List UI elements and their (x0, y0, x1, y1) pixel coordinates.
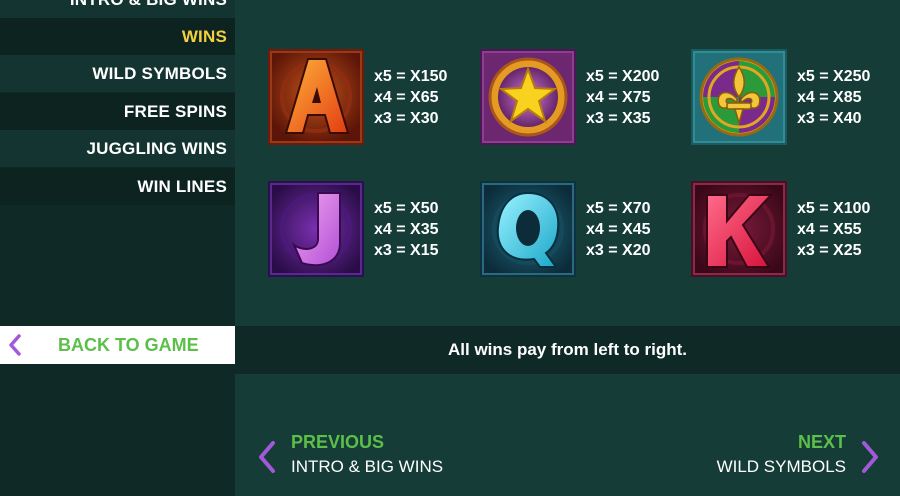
sidebar-item-label: WIN LINES (137, 176, 227, 196)
sidebar: INTRO & BIG WINS WINS WILD SYMBOLS FREE … (0, 0, 235, 496)
letter-a-icon (268, 49, 364, 145)
pay-line: x3 = X30 (374, 110, 439, 127)
letter-j-icon (268, 181, 364, 277)
next-page-button[interactable]: NEXT WILD SYMBOLS (675, 432, 880, 484)
sidebar-item-juggling-wins[interactable]: JUGGLING WINS (0, 130, 235, 167)
letter-k-icon (691, 181, 787, 277)
pay-line: x5 = X250 (797, 68, 871, 85)
pay-line: x4 = X45 (586, 221, 651, 238)
letter-q-icon (480, 181, 576, 277)
pay-line: x4 = X65 (374, 89, 439, 106)
pay-list: x5 = X200 x4 = X75 x3 = X35 (586, 66, 659, 129)
pay-line: x5 = X70 (586, 200, 651, 217)
previous-title: PREVIOUS (291, 432, 385, 452)
pay-list: x5 = X50 x4 = X35 x3 = X15 (374, 198, 439, 261)
chevron-left-icon (0, 334, 30, 356)
pay-list: x5 = X250 x4 = X85 x3 = X40 (797, 66, 870, 129)
pay-list: x5 = X100 x4 = X55 x3 = X25 (797, 198, 870, 261)
previous-target: INTRO & BIG WINS (291, 457, 444, 476)
sidebar-item-win-lines[interactable]: WIN LINES (0, 168, 235, 205)
back-to-game-label: BACK TO GAME (58, 334, 199, 355)
chevron-left-icon (257, 440, 277, 479)
pay-line: x5 = X100 (797, 200, 871, 217)
info-bar: All wins pay from left to right. (235, 326, 900, 374)
sidebar-item-label: WINS (181, 26, 227, 46)
pay-line: x4 = X85 (797, 89, 862, 106)
sidebar-item-free-spins[interactable]: FREE SPINS (0, 93, 235, 130)
pay-line: x4 = X75 (586, 89, 651, 106)
info-text: All wins pay from left to right. (448, 340, 687, 359)
pay-line: x3 = X35 (586, 110, 651, 127)
star-icon (480, 49, 576, 145)
pay-line: x5 = X200 (586, 68, 660, 85)
pay-list: x5 = X70 x4 = X45 x3 = X20 (586, 198, 651, 261)
sidebar-item-label: WILD SYMBOLS (92, 63, 227, 83)
sidebar-item-label: JUGGLING WINS (86, 138, 227, 158)
back-to-game-button[interactable]: BACK TO GAME (0, 326, 235, 364)
paytable-panel: x5 = X150 x4 = X65 x3 = X30 x5 = X200 x4… (235, 0, 900, 496)
chevron-right-icon (860, 440, 880, 479)
sidebar-item-wild-symbols[interactable]: WILD SYMBOLS (0, 55, 235, 92)
pay-line: x4 = X35 (374, 221, 439, 238)
next-target: WILD SYMBOLS (716, 457, 846, 476)
sidebar-item-intro-big-wins[interactable]: INTRO & BIG WINS (0, 0, 235, 18)
pay-line: x3 = X20 (586, 242, 651, 259)
next-title: NEXT (797, 432, 846, 452)
pay-line: x5 = X150 (374, 68, 448, 85)
pay-line: x5 = X50 (374, 200, 439, 217)
pay-line: x3 = X15 (374, 242, 439, 259)
sidebar-item-label: FREE SPINS (123, 101, 227, 121)
pay-line: x3 = X25 (797, 242, 862, 259)
previous-page-button[interactable]: PREVIOUS INTRO & BIG WINS (257, 432, 457, 484)
pay-line: x3 = X40 (797, 110, 862, 127)
sidebar-item-label: INTRO & BIG WINS (70, 0, 227, 10)
pay-line: x4 = X55 (797, 221, 862, 238)
fleur-de-lis-icon (691, 49, 787, 145)
pay-list: x5 = X150 x4 = X65 x3 = X30 (374, 66, 447, 129)
sidebar-item-wins[interactable]: WINS (0, 18, 235, 55)
